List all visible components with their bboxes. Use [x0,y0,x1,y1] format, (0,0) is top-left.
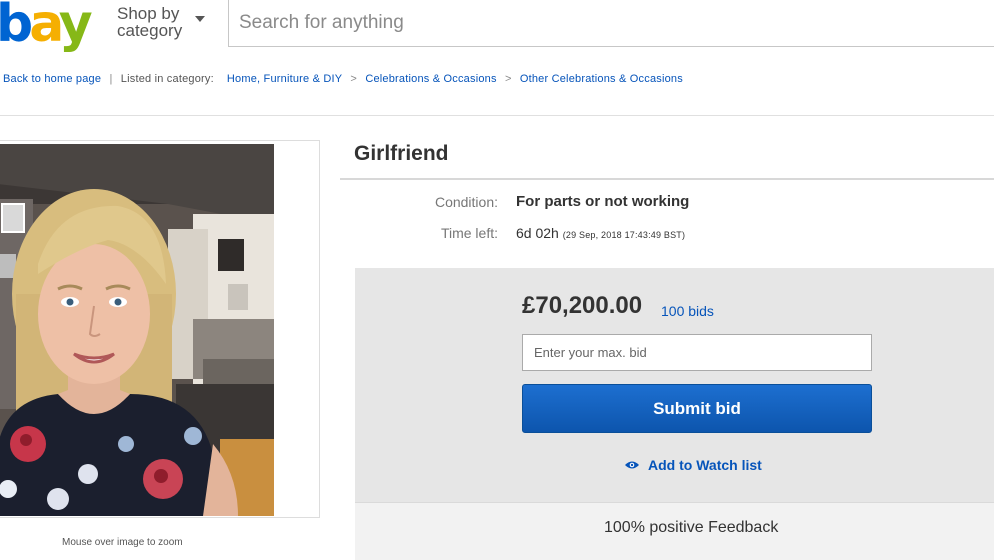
search-bar [228,0,994,47]
ebay-logo[interactable]: bay [0,0,93,50]
item-title: Girlfriend [354,142,449,165]
shop-by-category-dropdown[interactable]: Shop by category [117,5,207,39]
condition-value: For parts or not working [516,193,690,210]
item-photo[interactable] [0,144,274,516]
breadcrumb-item-other-celebrations[interactable]: Other Celebrations & Occasions [520,73,683,85]
breadcrumb-item-home-furniture-diy[interactable]: Home, Furniture & DIY [227,73,342,85]
category-label: category [117,21,183,40]
breadcrumb-item-celebrations-occasions[interactable]: Celebrations & Occasions [365,73,496,85]
item-image-frame [0,140,320,518]
watch-list-label: Add to Watch list [648,457,762,473]
search-input[interactable] [239,8,979,38]
seller-feedback-text: 100% positive Feedback [604,519,779,536]
header-divider [0,115,994,116]
time-left-remaining: 6d 02h [516,225,559,241]
shop-by-label: Shop by [117,4,180,23]
item-photo-illustration [0,144,274,516]
condition-label: Condition: [434,194,498,210]
bid-count-link[interactable]: 100 bids [661,303,714,319]
breadcrumb-separator: > [504,73,512,85]
time-left-end-date: (29 Sep, 2018 17:43:49 BST) [562,230,686,240]
breadcrumb: Back to home page | Listed in category: … [3,73,683,85]
back-to-home-link[interactable]: Back to home page [3,73,101,85]
time-left-label: Time left: [440,225,498,241]
chevron-down-icon [195,16,205,22]
time-left-value: 6d 02h (29 Sep, 2018 17:43:49 BST) [516,225,685,241]
current-price: £70,200.00 [522,292,643,319]
add-to-watch-list-link[interactable]: Add to Watch list [625,457,762,473]
max-bid-input[interactable] [522,334,872,371]
breadcrumb-divider: | [109,73,113,85]
eye-icon [625,457,639,473]
zoom-caption: Mouse over image to zoom [62,537,183,548]
breadcrumb-separator: > [350,73,358,85]
title-divider [340,178,994,180]
listed-in-category-label: Listed in category: [120,73,214,85]
submit-bid-button[interactable]: Submit bid [522,384,872,433]
